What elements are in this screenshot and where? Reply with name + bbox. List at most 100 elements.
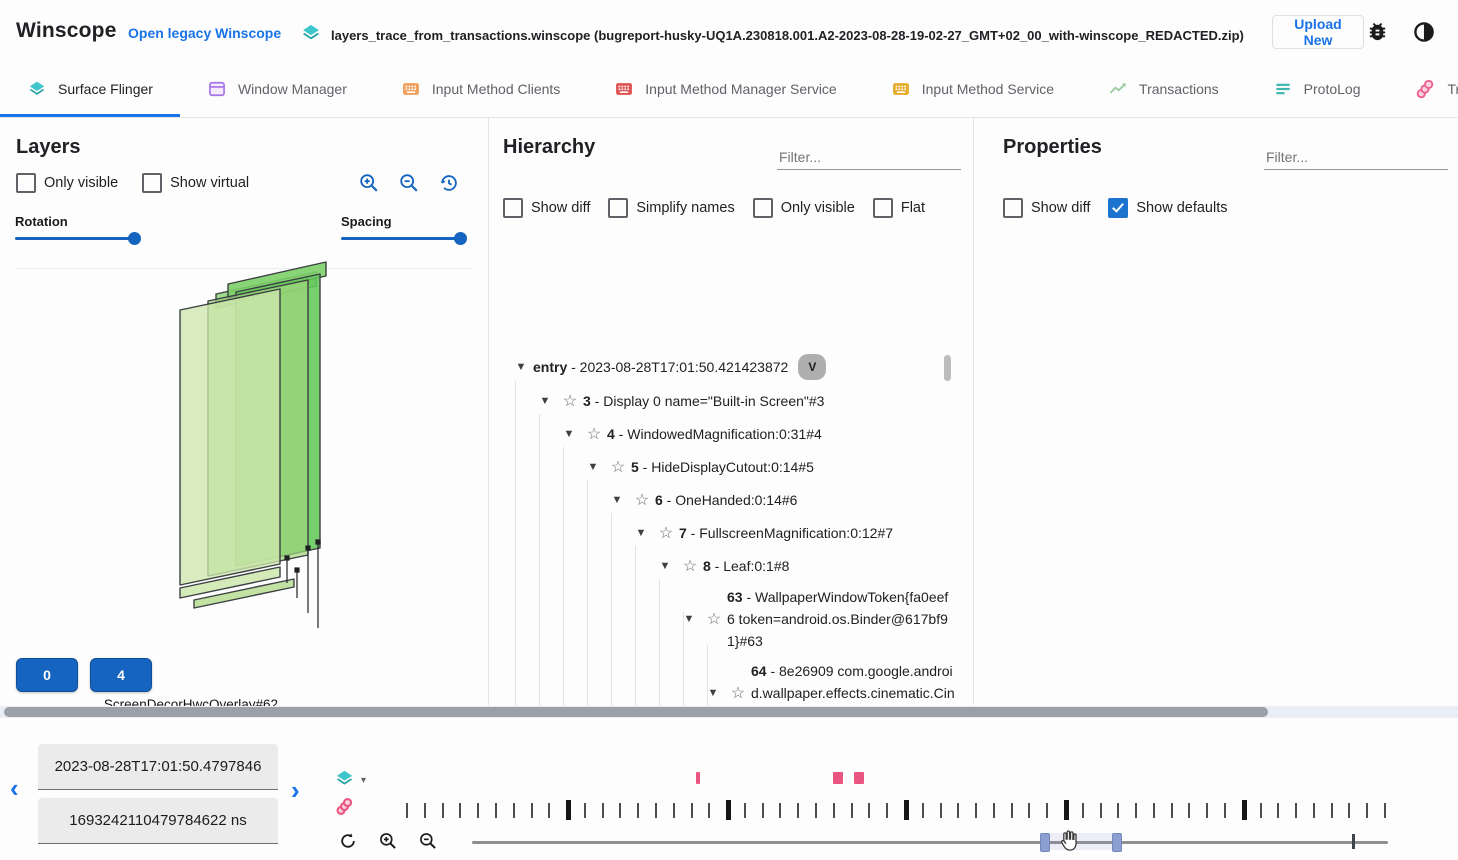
timestamp-ns-field[interactable]: 1693242110479784622 ns [38,798,278,844]
spacing-slider[interactable] [341,237,465,240]
timeline-tick[interactable] [531,803,533,818]
timeline-tick[interactable] [584,803,586,818]
timeline-tick[interactable] [691,803,693,818]
timeline-range-track[interactable] [472,841,1388,844]
timeline-tick[interactable] [797,803,799,818]
timeline-tick[interactable] [1153,803,1155,818]
timeline-tick[interactable] [1028,803,1030,818]
timeline-tick[interactable] [1117,803,1119,818]
checkbox-box[interactable] [142,173,162,193]
tab-input-method-manager-service[interactable]: Input Method Manager Service [587,64,863,117]
zoom-in-icon[interactable] [378,831,398,856]
timeline-tick[interactable] [851,803,853,818]
timeline-tick[interactable] [1384,803,1386,818]
show-diff-checkbox[interactable]: Show diff [1003,198,1090,218]
pin-star-icon[interactable]: ☆ [605,457,631,477]
timeline-tick[interactable] [495,803,497,818]
tree-row[interactable]: ▼☆3 - Display 0 name="Built-in Screen"#3 [503,384,955,417]
timeline-tick[interactable] [993,803,995,818]
timeline-tick[interactable] [1046,803,1048,818]
highlight-id-button-0[interactable]: 0 [16,658,78,692]
horizontal-scrollbar-thumb[interactable] [4,707,1268,717]
timeline-tick[interactable] [424,803,426,818]
checkbox-box[interactable] [503,198,523,218]
next-entry-button[interactable]: › [291,780,300,800]
timeline-tick[interactable] [619,803,621,818]
expand-caret-icon[interactable]: ▼ [557,428,581,440]
timeline-tick[interactable] [886,803,888,818]
only-visible-checkbox[interactable]: Only visible [753,198,855,218]
tree-row[interactable]: ▼☆5 - HideDisplayCutout:0:14#5 [503,450,955,483]
horizontal-scrollbar[interactable] [0,706,1458,718]
upload-new-button[interactable]: Upload New [1272,15,1364,49]
pin-star-icon[interactable]: ☆ [677,556,703,576]
timeline-tick[interactable] [904,800,909,820]
checkbox-box[interactable] [753,198,773,218]
flat-checkbox[interactable]: Flat [873,198,925,218]
refresh-icon[interactable] [338,831,358,856]
tree-row[interactable]: ▼entry - 2023-08-28T17:01:50.421423872V [503,350,955,384]
timeline-tick[interactable] [1366,803,1368,818]
timeline-tick[interactable] [1206,803,1208,818]
timeline-tick[interactable] [655,803,657,818]
timeline-tick[interactable] [1224,803,1226,818]
zoom-out-icon[interactable] [398,172,420,199]
only-visible-checkbox[interactable]: Only visible [16,173,118,193]
highlight-id-button-4[interactable]: 4 [90,658,152,692]
tab-input-method-service[interactable]: Input Method Service [864,64,1081,117]
timeline-tick[interactable] [477,803,479,818]
expand-caret-icon[interactable]: ▼ [677,613,701,625]
timeline-tick[interactable] [1331,803,1333,818]
show-virtual-checkbox[interactable]: Show virtual [142,173,249,193]
tab-transactions[interactable]: Transactions [1081,64,1246,117]
timeline-tick[interactable] [548,803,550,818]
timeline-tick[interactable] [1260,803,1262,818]
rotation-slider[interactable] [15,237,137,240]
hierarchy-filter-input[interactable] [777,145,961,170]
pin-star-icon[interactable]: ☆ [725,683,751,703]
reset-view-icon[interactable] [438,172,460,199]
timeline-tick[interactable] [673,803,675,818]
timeline-tick[interactable] [975,803,977,818]
transition-marker[interactable] [854,772,864,784]
timeline-tick[interactable] [1171,803,1173,818]
timeline-tick[interactable] [762,803,764,818]
pin-star-icon[interactable]: ☆ [653,523,679,543]
tab-protolog[interactable]: ProtoLog [1246,64,1388,117]
pin-star-icon[interactable]: ☆ [629,490,655,510]
tree-row[interactable]: ▼☆8 - Leaf:0:1#8 [503,549,955,582]
transition-marker[interactable] [833,772,843,784]
checkbox-box[interactable] [1003,198,1023,218]
timeline-tick[interactable] [779,803,781,818]
tree-row[interactable]: ▼☆63 - WallpaperWindowToken{fa0eef6 toke… [503,582,955,656]
trace-selector-caret-icon[interactable]: ▾ [361,775,366,786]
expand-caret-icon[interactable]: ▼ [533,395,557,407]
range-handle-right[interactable] [1112,833,1122,852]
timeline-tick[interactable] [726,800,731,820]
show-defaults-checkbox[interactable]: Show defaults [1108,198,1227,218]
tree-row[interactable]: ▼☆6 - OneHanded:0:14#6 [503,483,955,516]
checkbox-box[interactable] [873,198,893,218]
checkbox-box[interactable] [1108,198,1128,218]
expand-caret-icon[interactable]: ▼ [605,494,629,506]
timeline-tick[interactable] [1188,803,1190,818]
timeline-tick[interactable] [566,800,571,820]
timeline-tick[interactable] [459,803,461,818]
pin-star-icon[interactable]: ☆ [581,424,607,444]
expand-caret-icon[interactable]: ▼ [629,527,653,539]
timeline-tick[interactable] [833,803,835,818]
checkbox-box[interactable] [16,173,36,193]
zoom-in-icon[interactable] [358,172,380,199]
timeline-tick[interactable] [442,803,444,818]
timeline-tick[interactable] [1348,803,1350,818]
timeline-tick[interactable] [1313,803,1315,818]
timeline-tick[interactable] [940,803,942,818]
timeline-tick[interactable] [406,803,408,818]
dark-mode-toggle-icon[interactable] [1412,20,1436,44]
prev-entry-button[interactable]: ‹ [10,778,19,798]
show-diff-checkbox[interactable]: Show diff [503,198,590,218]
layers-3d-view[interactable] [10,248,480,658]
expand-caret-icon[interactable]: ▼ [581,461,605,473]
timeline-tick[interactable] [1011,803,1013,818]
report-bug-icon[interactable] [1366,20,1390,44]
